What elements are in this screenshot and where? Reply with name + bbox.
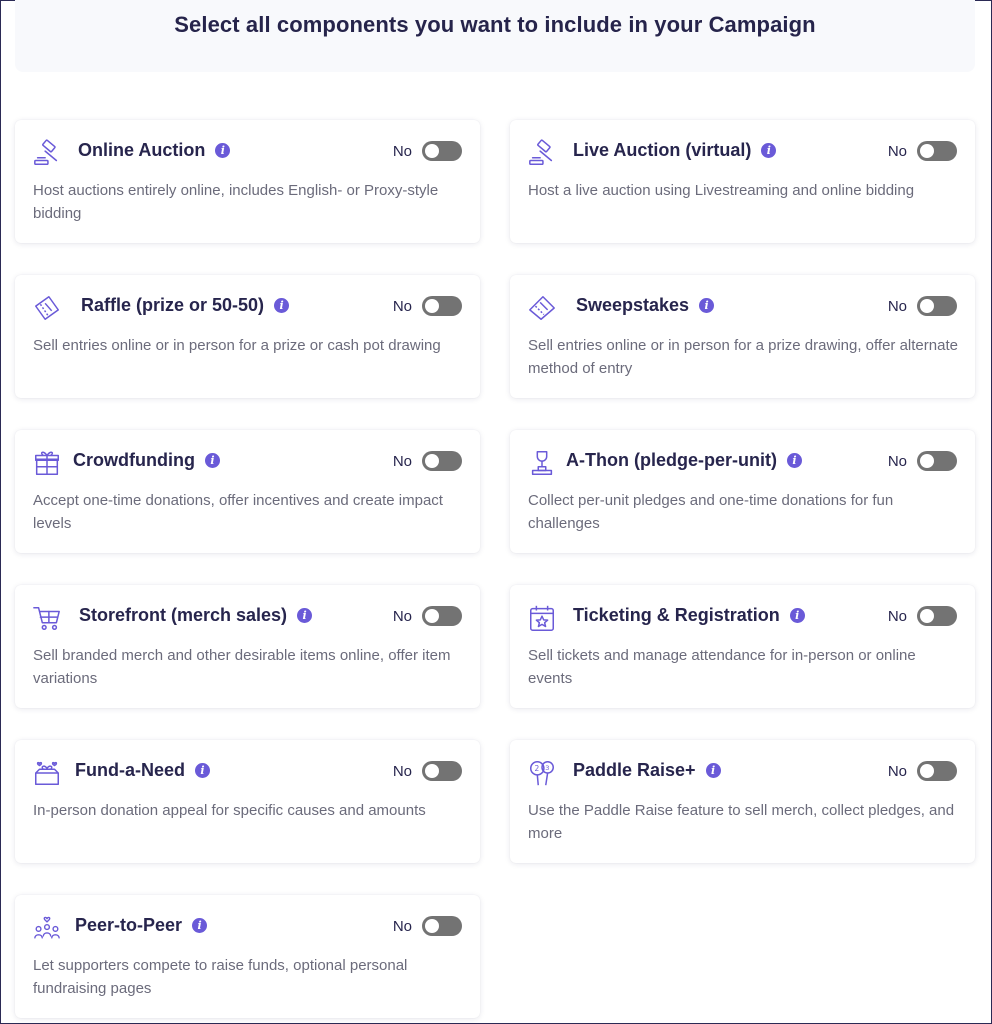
toggle-label: No — [392, 297, 412, 315]
toggle-group: No — [888, 141, 957, 161]
card-ticketing-registration[interactable]: Ticketing & Registration i No Sell ticke… — [510, 585, 975, 708]
card-paddle-raise[interactable]: 2 3 Paddle Raise+ i No Use the Paddle Ra… — [510, 740, 975, 863]
info-icon[interactable]: i — [789, 608, 805, 623]
card-title: Paddle Raise+ — [573, 760, 696, 780]
ticket-icon — [31, 293, 63, 323]
card-storefront[interactable]: Storefront (merch sales) i No Sell brand… — [15, 585, 480, 708]
gavel-icon — [526, 138, 558, 168]
card-crowdfunding[interactable]: Crowdfunding i No Accept one-time donati… — [15, 430, 480, 553]
svg-text:2: 2 — [535, 764, 540, 773]
toggle-group: No — [888, 296, 957, 316]
toggle-label: No — [887, 452, 907, 470]
card-description: Accept one-time donations, offer incenti… — [33, 492, 443, 532]
card-title: Sweepstakes — [576, 295, 690, 315]
toggle-group: No — [393, 296, 462, 316]
toggle-label: No — [887, 297, 907, 315]
card-a-thon[interactable]: A-Thon (pledge-per-unit) i No Collect pe… — [510, 430, 975, 553]
card-fund-a-need[interactable]: Fund-a-Need i No In-person donation appe… — [15, 740, 480, 863]
card-title: Live Auction (virtual) — [573, 140, 752, 160]
info-icon[interactable]: i — [297, 608, 313, 623]
info-icon[interactable]: i — [215, 143, 231, 158]
info-icon[interactable]: i — [705, 763, 721, 778]
include-toggle[interactable] — [422, 606, 462, 626]
info-icon[interactable]: i — [699, 298, 715, 313]
card-description: Host auctions entirely online, includes … — [33, 182, 439, 222]
card-description: Sell entries online or in person for a p… — [528, 337, 958, 377]
paddle-icon: 2 3 — [526, 758, 558, 788]
page-title: Select all components you want to includ… — [174, 12, 816, 37]
include-toggle[interactable] — [422, 296, 462, 316]
people-icon — [31, 913, 63, 943]
toggle-label: No — [392, 142, 412, 160]
toggle-group: No — [393, 916, 462, 936]
card-online-auction[interactable]: Online Auction i No Host auctions entire… — [15, 120, 480, 243]
toggle-label: No — [392, 607, 412, 625]
toggle-group: No — [393, 606, 462, 626]
include-toggle[interactable] — [422, 761, 462, 781]
toggle-label: No — [887, 762, 907, 780]
card-peer-to-peer[interactable]: Peer-to-Peer i No Let supporters compete… — [15, 895, 480, 1018]
page-header: Select all components you want to includ… — [15, 0, 975, 72]
svg-text:3: 3 — [545, 764, 549, 772]
toggle-group: No — [393, 141, 462, 161]
info-icon[interactable]: i — [786, 453, 802, 468]
include-toggle[interactable] — [422, 916, 462, 936]
info-icon[interactable]: i — [195, 763, 210, 778]
toggle-group: No — [888, 606, 957, 626]
gift-icon — [31, 448, 63, 478]
include-toggle[interactable] — [917, 761, 957, 781]
toggle-label: No — [887, 142, 907, 160]
card-title: Online Auction — [78, 140, 206, 160]
info-icon[interactable]: i — [274, 298, 290, 313]
toggle-label: No — [392, 917, 412, 935]
card-title: Storefront (merch sales) — [79, 605, 288, 625]
card-title: Fund-a-Need — [75, 760, 185, 780]
card-title: Raffle (prize or 50-50) — [81, 295, 265, 315]
toggle-label: No — [887, 607, 907, 625]
card-title: Crowdfunding — [73, 450, 195, 470]
card-description: Sell branded merch and other desirable i… — [33, 647, 451, 687]
include-toggle[interactable] — [422, 451, 462, 471]
card-description: Sell entries online or in person for a p… — [33, 337, 441, 354]
card-title: Peer-to-Peer — [75, 915, 183, 935]
toggle-label: No — [392, 452, 412, 470]
card-raffle[interactable]: Raffle (prize or 50-50) i No Sell entrie… — [15, 275, 480, 398]
card-sweepstakes[interactable]: Sweepstakes i No Sell entries online or … — [510, 275, 975, 398]
trophy-icon — [526, 448, 558, 478]
toggle-group: No — [393, 761, 462, 781]
card-description: Sell tickets and manage attendance for i… — [528, 647, 916, 687]
heart-box-icon — [31, 758, 63, 788]
card-description: Host a live auction using Livestreaming … — [528, 182, 915, 199]
toggle-label: No — [392, 762, 412, 780]
toggle-group: No — [888, 761, 957, 781]
toggle-group: No — [393, 451, 462, 471]
card-title: A-Thon (pledge-per-unit) — [566, 450, 777, 470]
card-description: Let supporters compete to raise funds, o… — [33, 957, 408, 997]
card-description: In-person donation appeal for specific c… — [33, 802, 426, 819]
include-toggle[interactable] — [917, 296, 957, 316]
card-description: Collect per-unit pledges and one-time do… — [528, 492, 894, 532]
include-toggle[interactable] — [422, 141, 462, 161]
card-live-auction[interactable]: Live Auction (virtual) i No Host a live … — [510, 120, 975, 243]
info-icon[interactable]: i — [204, 453, 220, 468]
calendar-icon — [526, 603, 558, 633]
cart-icon — [31, 603, 63, 633]
info-icon[interactable]: i — [192, 918, 208, 933]
gavel-icon — [31, 138, 63, 168]
include-toggle[interactable] — [917, 141, 957, 161]
ticket-icon — [526, 293, 558, 323]
toggle-group: No — [888, 451, 957, 471]
card-description: Use the Paddle Raise feature to sell mer… — [528, 802, 955, 842]
include-toggle[interactable] — [917, 451, 957, 471]
info-icon[interactable]: i — [761, 143, 777, 158]
include-toggle[interactable] — [917, 606, 957, 626]
card-title: Ticketing & Registration — [573, 605, 780, 625]
